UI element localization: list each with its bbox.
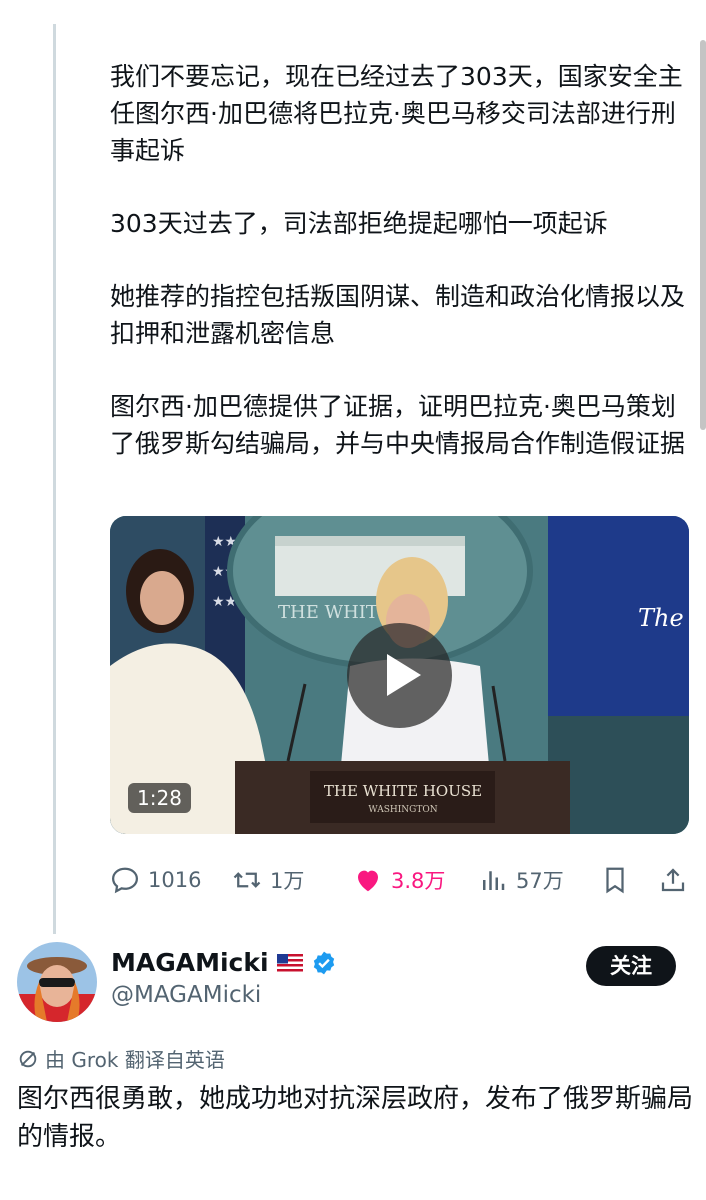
retweet-button[interactable]: 1万: [232, 860, 304, 900]
bookmark-button[interactable]: [600, 860, 630, 900]
translation-note[interactable]: 由 Grok 翻译自英语: [17, 1044, 225, 1073]
tweet-paragraph: 她推荐的指控包括叛国阴谋、制造和政治化情报以及扣押和泄露机密信息: [110, 282, 686, 348]
thread-connector-line: [53, 24, 56, 934]
reply-body: 图尔西很勇敢，她成功地对抗深层政府，发布了俄罗斯骗局的情报。: [17, 1084, 694, 1152]
views-count: 57万: [516, 869, 564, 893]
display-name[interactable]: MAGAMicki: [111, 948, 337, 977]
podium-subtext: WASHINGTON: [368, 805, 437, 815]
video-player[interactable]: ★★ ★★ ★★ THE WHITE The W THE WHITE HOUSE…: [110, 516, 689, 834]
tweet-paragraph: 图尔西·加巴德提供了证据，证明巴拉克·奥巴马策划了俄罗斯勾结骗局，并与中央情报局…: [110, 392, 686, 458]
translation-note-text: 由 Grok 翻译自英语: [45, 1048, 225, 1072]
display-name-text: MAGAMicki: [111, 948, 269, 977]
podium-text: THE WHITE HOUSE: [324, 782, 482, 800]
share-button[interactable]: [658, 860, 688, 900]
like-count: 3.8万: [391, 869, 446, 893]
play-button[interactable]: [347, 623, 452, 728]
tweet-paragraph: 我们不要忘记，现在已经过去了303天，国家安全主任图尔西·加巴德将巴拉克·奥巴马…: [110, 62, 683, 165]
user-handle[interactable]: @MAGAMicki: [111, 982, 261, 1008]
avatar[interactable]: [17, 942, 97, 1022]
like-button[interactable]: 3.8万: [353, 860, 445, 900]
share-icon: [661, 868, 685, 892]
follow-button[interactable]: 关注: [586, 946, 676, 986]
video-duration: 1:28: [128, 783, 191, 813]
scrollbar-thumb[interactable]: [700, 40, 706, 430]
heart-icon: [358, 870, 378, 892]
us-flag-icon: [276, 953, 303, 972]
screen-text: The W: [638, 604, 689, 632]
tweet-paragraph: 303天过去了，司法部拒绝提起哪怕一项起诉: [110, 209, 608, 238]
reply-count: 1016: [148, 868, 202, 892]
grok-icon: [19, 1050, 37, 1067]
reply-button[interactable]: 1016: [110, 860, 201, 900]
bookmark-icon: [606, 867, 624, 894]
avatar-image: [17, 942, 97, 1022]
retweet-count: 1万: [270, 869, 305, 893]
tweet-action-bar: 1016 1万 3.8万 57万: [110, 860, 695, 900]
verified-badge-icon: [313, 951, 334, 974]
backdrop-text: THE WHITE: [278, 602, 391, 623]
retweet-icon: [233, 872, 261, 888]
views-icon: [483, 871, 505, 890]
tweet-body: 我们不要忘记，现在已经过去了303天，国家安全主任图尔西·加巴德将巴拉克·奥巴马…: [110, 58, 700, 462]
views-button[interactable]: 57万: [478, 860, 564, 900]
reply-icon: [111, 867, 139, 894]
